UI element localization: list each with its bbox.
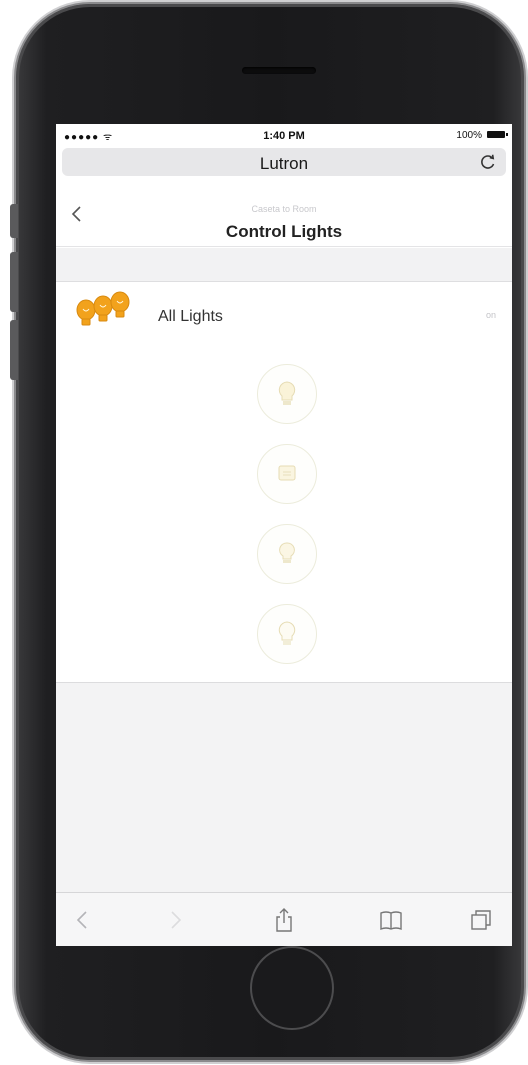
scene-button-low[interactable] xyxy=(257,524,317,584)
status-bar: ●●●●● ᯤ 1:40 PM 100% xyxy=(56,124,512,146)
address-bar-title: Lutron xyxy=(259,154,309,173)
battery-percent: 100% xyxy=(456,130,482,141)
bulb-low-icon xyxy=(279,542,295,563)
all-lights-status: on xyxy=(485,310,496,320)
forward-icon[interactable] xyxy=(162,907,188,933)
tabs-icon[interactable] xyxy=(468,907,494,933)
scene-button-full[interactable] xyxy=(257,364,317,424)
breadcrumb[interactable]: Caseta to Room xyxy=(56,204,512,214)
scene-button-off[interactable] xyxy=(257,604,317,664)
volume-down-button xyxy=(10,320,18,380)
phone-screen: ●●●●● ᯤ 1:40 PM 100% Lutron Caseta to Ro… xyxy=(56,124,512,946)
empty-content-area xyxy=(56,682,512,893)
browser-address-bar[interactable]: Lutron xyxy=(62,148,506,176)
home-button[interactable] xyxy=(250,946,334,1030)
bulb-full-icon xyxy=(278,381,296,405)
bulb-medium-icon xyxy=(278,465,296,481)
battery-icon xyxy=(487,131,508,138)
page-title: Control Lights xyxy=(225,222,343,241)
bulb-off-icon xyxy=(278,621,296,645)
volume-up-button xyxy=(10,252,18,312)
scene-button-medium[interactable] xyxy=(257,444,317,504)
page-header: Caseta to Room Control Lights xyxy=(56,182,512,247)
light-bulbs-icon xyxy=(76,291,130,326)
all-lights-row[interactable]: All Lights on xyxy=(56,284,512,336)
back-icon[interactable] xyxy=(70,907,96,933)
browser-toolbar xyxy=(56,892,512,946)
status-time: 1:40 PM xyxy=(263,130,305,142)
earpiece-speaker xyxy=(242,67,316,74)
all-lights-label: All Lights xyxy=(158,308,223,325)
sub-header-bar xyxy=(56,248,512,282)
share-icon[interactable] xyxy=(271,907,297,933)
reload-icon[interactable] xyxy=(478,152,498,172)
bookmarks-icon[interactable] xyxy=(378,907,404,933)
mute-switch xyxy=(10,204,18,238)
